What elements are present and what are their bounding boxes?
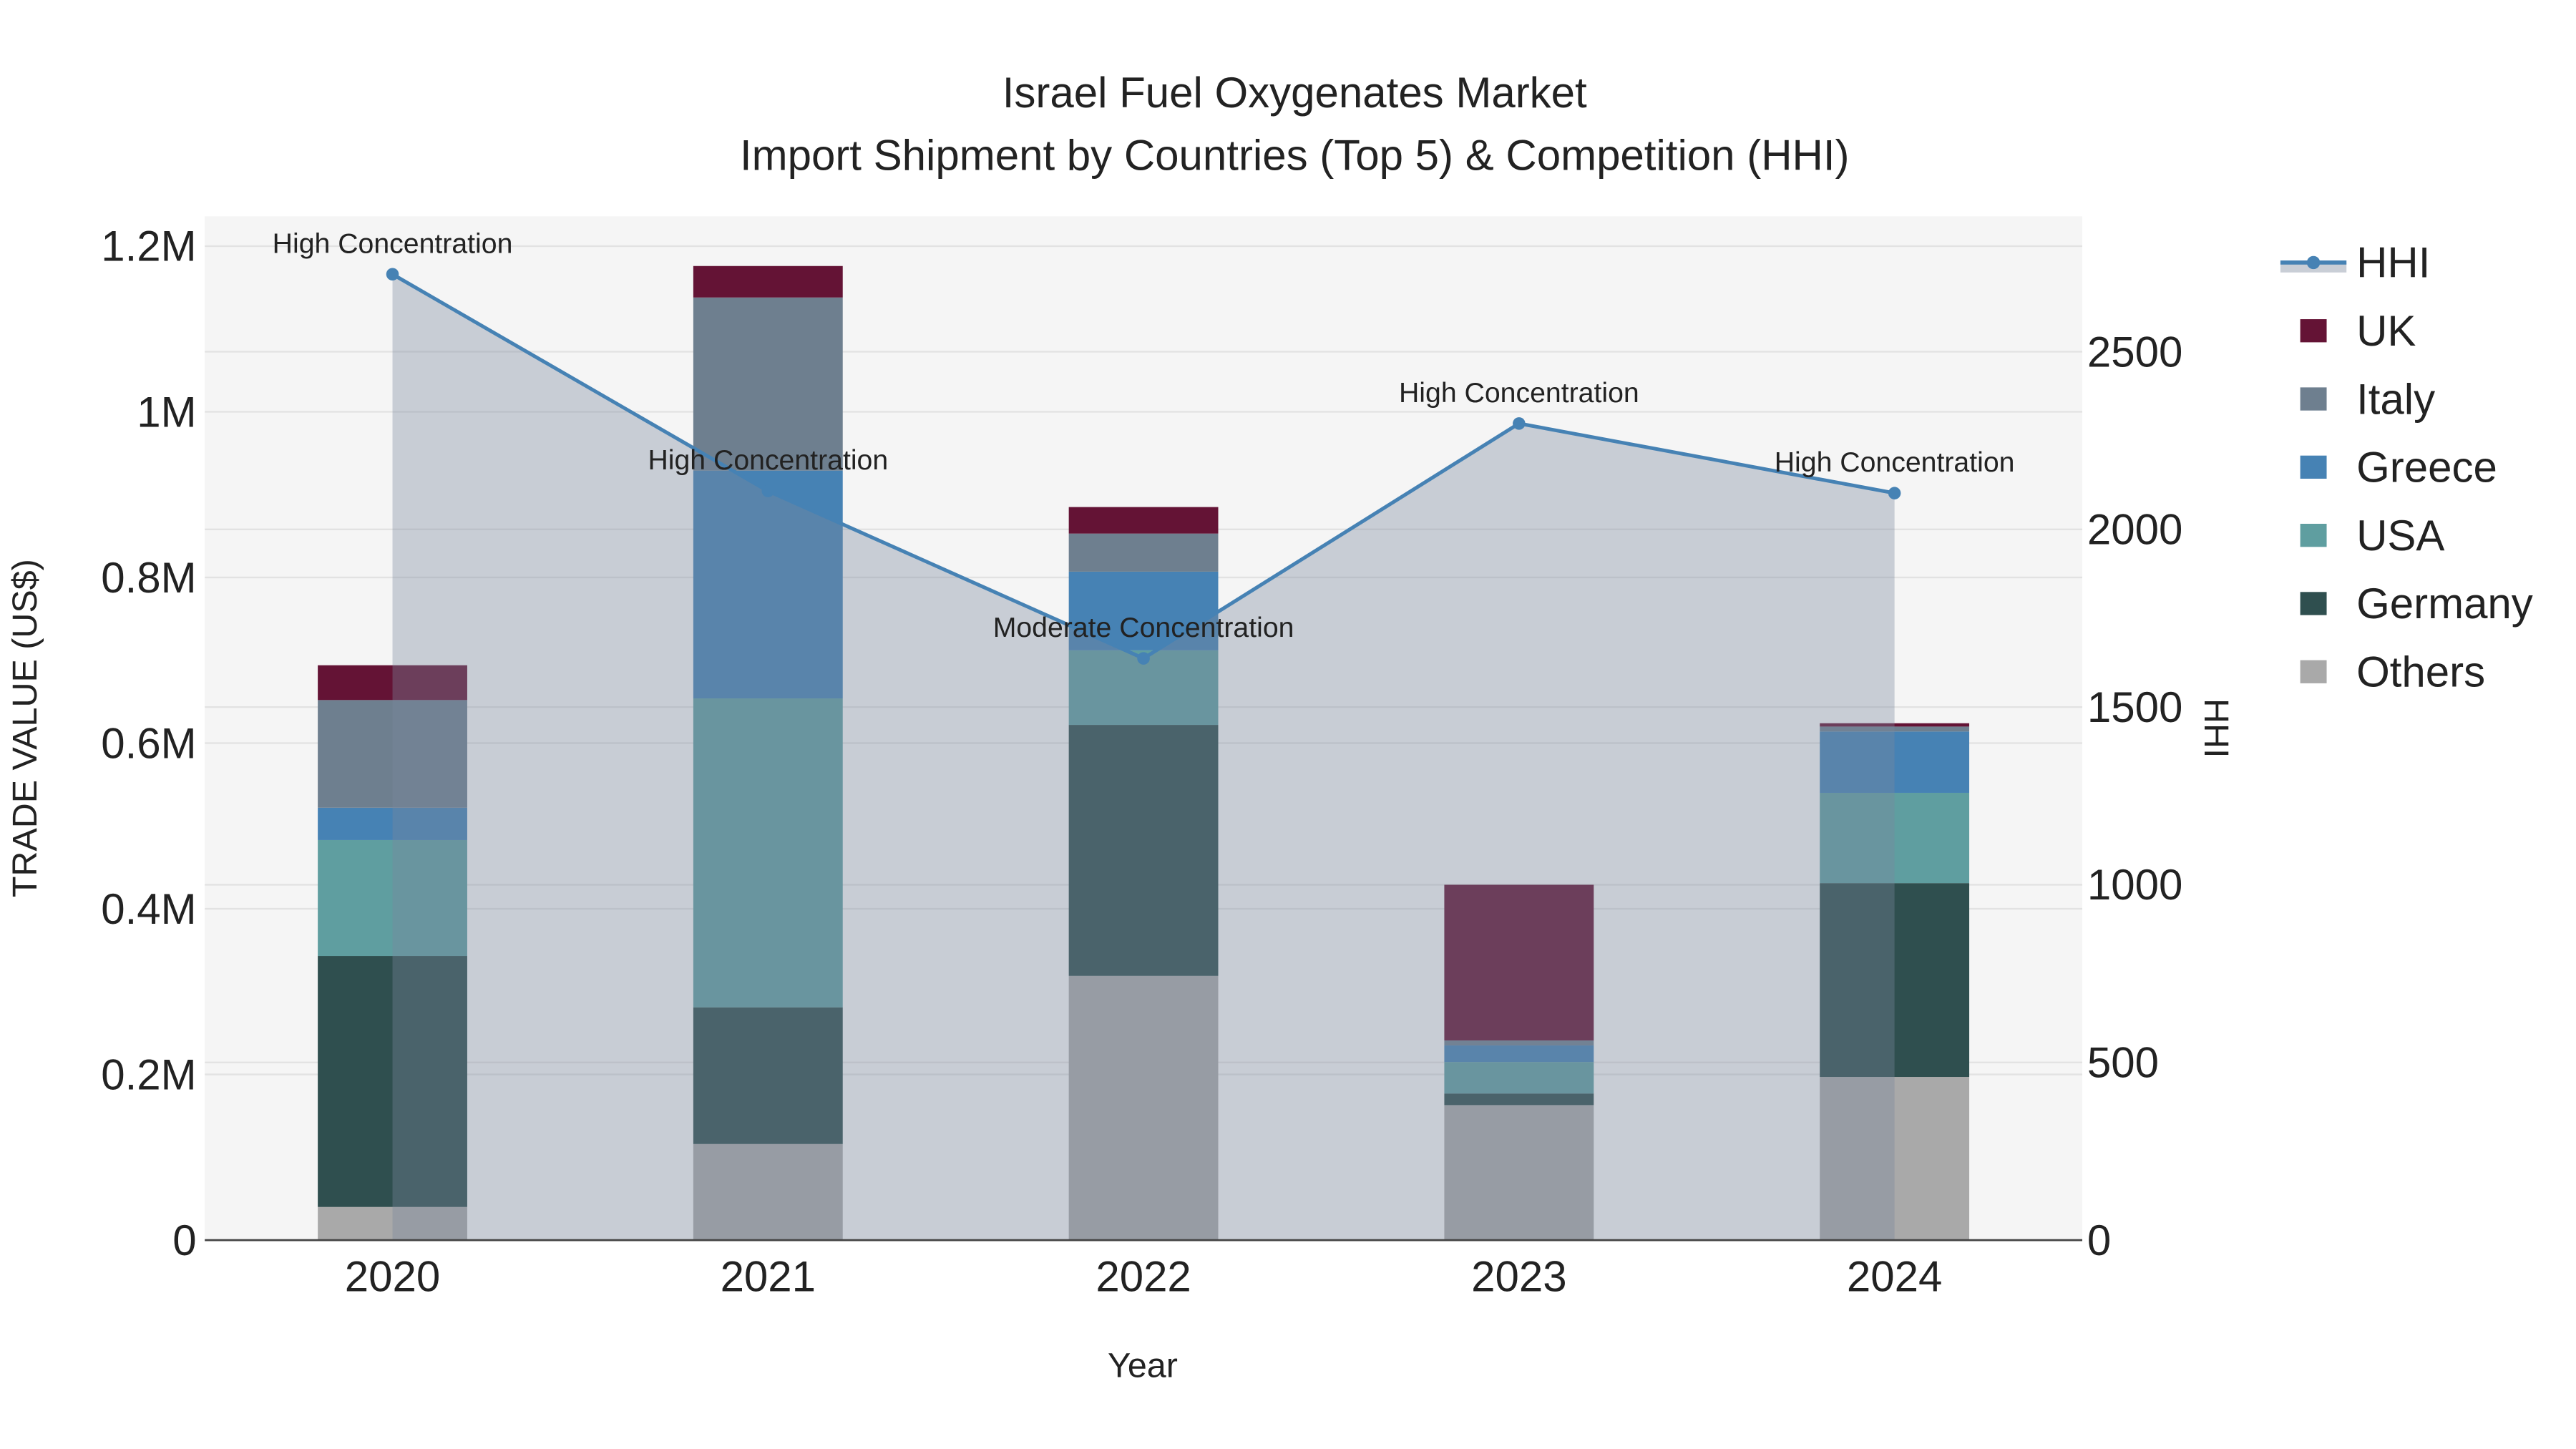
legend-swatch-germany (2300, 592, 2327, 615)
hhi-point-2020 (386, 268, 399, 281)
y-tick-label: 1.2M (101, 223, 196, 270)
x-axis-title: Year (1108, 1347, 1178, 1385)
legend-label-germany: Germany (2356, 580, 2533, 628)
x-tick-label: 2022 (1096, 1253, 1191, 1301)
y2-tick-label: 2000 (2087, 506, 2182, 554)
legend-label-uk: UK (2356, 307, 2416, 355)
hhi-point-2023 (1513, 417, 1526, 430)
y-tick-label: 0.6M (101, 719, 196, 767)
legend: HHI UK Italy Greece USA Germany Others (2280, 239, 2533, 696)
y2-tick-label: 1500 (2087, 683, 2182, 731)
y2-tick-label: 1000 (2087, 861, 2182, 909)
x-axis-ticks: 2020 2021 2022 2023 2024 (345, 1253, 1943, 1301)
y2-tick-label: 0 (2087, 1216, 2111, 1264)
legend-swatch-others (2300, 660, 2327, 683)
bar-uk-2022 (1068, 507, 1219, 534)
hhi-point-2021 (761, 484, 775, 497)
x-tick-label: 2023 (1471, 1253, 1566, 1301)
y2-tick-label: 500 (2087, 1039, 2159, 1087)
x-tick-label: 2021 (721, 1253, 816, 1301)
annotation-2021: High Concentration (648, 444, 888, 476)
annotation-2020: High Concentration (273, 228, 513, 259)
legend-label-usa: USA (2356, 512, 2444, 560)
bar-italy-2022 (1068, 533, 1219, 572)
chart-subtitle: Import Shipment by Countries (Top 5) & C… (740, 132, 1850, 180)
y-tick-label: 1M (137, 388, 196, 436)
legend-label-greece: Greece (2356, 444, 2497, 492)
annotation-2024: High Concentration (1775, 447, 2015, 478)
legend-swatch-usa (2300, 524, 2327, 547)
y2-tick-label: 2500 (2087, 328, 2182, 376)
legend-swatch-hhi-marker (2306, 255, 2321, 270)
legend-label-italy: Italy (2356, 375, 2435, 423)
annotation-2022: Moderate Concentration (993, 612, 1294, 643)
legend-swatch-greece (2300, 455, 2327, 479)
y2-axis-ticks: 0 500 1000 1500 2000 2500 (2087, 328, 2182, 1264)
x-tick-label: 2024 (1847, 1253, 1942, 1301)
y-tick-label: 0.8M (101, 554, 196, 602)
y2-axis-title: HHI (2197, 698, 2235, 758)
legend-swatch-uk (2300, 319, 2327, 343)
legend-label-others: Others (2356, 648, 2485, 696)
y-tick-label: 0.2M (101, 1050, 196, 1098)
legend-label-hhi: HHI (2356, 239, 2430, 287)
y-tick-label: 0 (172, 1216, 196, 1264)
y-axis-ticks: 0 0.2M 0.4M 0.6M 0.8M 1M 1.2M (101, 223, 196, 1264)
hhi-point-2022 (1137, 652, 1150, 665)
bar-uk-2021 (693, 265, 843, 298)
y-tick-label: 0.4M (101, 885, 196, 933)
chart-title: Israel Fuel Oxygenates Market (1002, 69, 1587, 117)
y-axis-title: TRADE VALUE (US$) (6, 559, 44, 897)
x-tick-label: 2020 (345, 1253, 440, 1301)
annotation-2023: High Concentration (1399, 377, 1639, 409)
chart: High Concentration High Concentration Mode… (6, 69, 2533, 1385)
legend-swatch-italy (2300, 387, 2327, 411)
hhi-point-2024 (1888, 487, 1901, 499)
